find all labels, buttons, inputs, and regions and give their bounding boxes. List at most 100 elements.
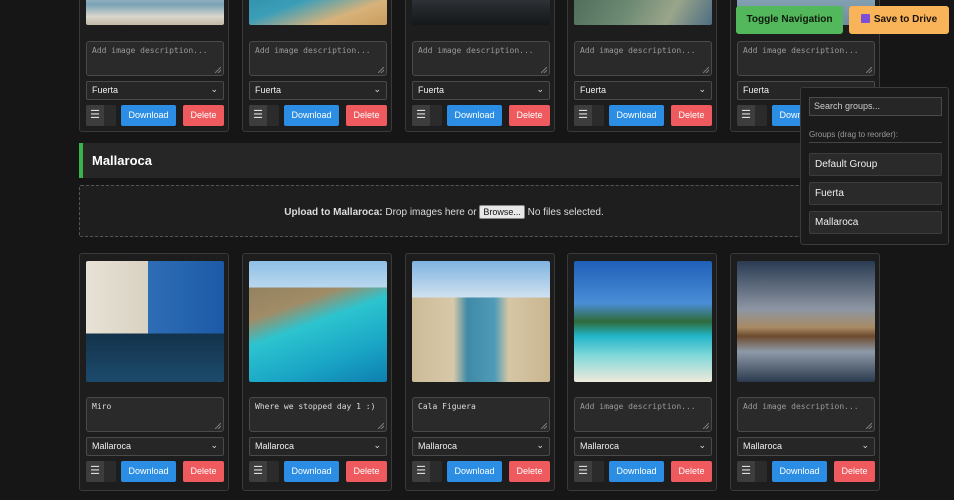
download-button[interactable]: Download (447, 105, 502, 126)
image-card-5: Add image description... Mallaroca ⌄ ☰ D… (730, 253, 880, 491)
delete-button[interactable]: Delete (509, 105, 550, 126)
image-thumbnail (574, 0, 712, 25)
drag-handle[interactable]: ☰ (412, 105, 442, 126)
toggle-navigation-button[interactable]: Toggle Navigation (736, 6, 843, 34)
drag-handle[interactable]: ☰ (737, 461, 767, 482)
description-field[interactable]: Add image description... (737, 397, 875, 432)
image-card-3: Cala Figuera Mallaroca ⌄ ☰ Download Dele… (405, 253, 555, 491)
delete-button[interactable]: Delete (183, 461, 224, 482)
hamburger-icon: ☰ (412, 105, 430, 126)
resize-grip-icon[interactable] (215, 423, 221, 429)
group-select-value: Mallaroca (418, 441, 458, 451)
image-thumbnail (412, 0, 550, 25)
chevron-down-icon: ⌄ (210, 440, 218, 450)
download-button[interactable]: Download (121, 461, 176, 482)
group-select[interactable]: Mallaroca ⌄ (574, 437, 712, 456)
chevron-down-icon: ⌄ (210, 84, 218, 94)
description-field[interactable]: Add image description... (86, 41, 224, 76)
divider (809, 142, 942, 143)
download-button[interactable]: Download (609, 105, 664, 126)
download-button[interactable]: Download (121, 105, 176, 126)
group-item-fuerta[interactable]: Fuerta (809, 182, 942, 205)
group-select[interactable]: Fuerta ⌄ (412, 81, 550, 100)
group-select[interactable]: Mallaroca ⌄ (737, 437, 875, 456)
resize-grip-icon[interactable] (703, 423, 709, 429)
drag-handle[interactable]: ☰ (574, 461, 604, 482)
description-field[interactable]: Add image description... (574, 397, 712, 432)
delete-button[interactable]: Delete (834, 461, 875, 482)
description-field[interactable]: Add image description... (249, 41, 387, 76)
resize-grip-icon[interactable] (866, 423, 872, 429)
group-select[interactable]: Fuerta ⌄ (249, 81, 387, 100)
delete-button[interactable]: Delete (671, 105, 712, 126)
top-card-3: Add image description... Fuerta ⌄ ☰ Down… (405, 0, 555, 132)
hamburger-icon: ☰ (86, 461, 104, 482)
delete-button[interactable]: Delete (346, 105, 387, 126)
image-thumbnail (86, 0, 224, 25)
description-field[interactable]: Add image description... (737, 41, 875, 76)
description-field[interactable]: Where we stopped day 1 :) (249, 397, 387, 432)
resize-grip-icon[interactable] (866, 67, 872, 73)
drag-handle[interactable]: ☰ (249, 461, 279, 482)
description-field[interactable]: Add image description... (412, 41, 550, 76)
drag-handle[interactable]: ☰ (86, 105, 116, 126)
delete-button[interactable]: Delete (509, 461, 550, 482)
save-to-drive-button[interactable]: Save to Drive (849, 6, 949, 34)
group-select[interactable]: Mallaroca ⌄ (412, 437, 550, 456)
image-card-4: Add image description... Mallaroca ⌄ ☰ D… (567, 253, 717, 491)
group-select[interactable]: Fuerta ⌄ (574, 81, 712, 100)
chevron-down-icon: ⌄ (536, 440, 544, 450)
hamburger-icon: ☰ (574, 461, 592, 482)
delete-button[interactable]: Delete (183, 105, 224, 126)
description-field[interactable]: Add image description... (574, 41, 712, 76)
chevron-down-icon: ⌄ (373, 84, 381, 94)
resize-grip-icon[interactable] (703, 67, 709, 73)
group-select[interactable]: Mallaroca ⌄ (86, 437, 224, 456)
image-thumbnail (86, 261, 224, 382)
drag-handle[interactable]: ☰ (86, 461, 116, 482)
group-select-value: Fuerta (418, 85, 445, 95)
group-item-mallaroca[interactable]: Mallaroca (809, 211, 942, 234)
chevron-down-icon: ⌄ (536, 84, 544, 94)
group-select-value: Mallaroca (743, 441, 783, 451)
download-button[interactable]: Download (772, 461, 827, 482)
resize-grip-icon[interactable] (378, 423, 384, 429)
group-select[interactable]: Fuerta ⌄ (86, 81, 224, 100)
image-thumbnail (249, 0, 387, 25)
file-status: No files selected. (527, 207, 604, 218)
floppy-disk-icon (860, 14, 870, 23)
download-button[interactable]: Download (284, 461, 339, 482)
download-button[interactable]: Download (284, 105, 339, 126)
download-button[interactable]: Download (609, 461, 664, 482)
group-select-value: Fuerta (580, 85, 607, 95)
group-item-default-group[interactable]: Default Group (809, 153, 942, 176)
description-field[interactable]: Miro (86, 397, 224, 432)
chevron-down-icon: ⌄ (698, 440, 706, 450)
hamburger-icon: ☰ (86, 105, 104, 126)
group-select[interactable]: Mallaroca ⌄ (249, 437, 387, 456)
drag-handle[interactable]: ☰ (574, 105, 604, 126)
upload-text: Drop images here or (385, 207, 477, 218)
drag-handle[interactable]: ☰ (737, 105, 767, 126)
drag-handle[interactable]: ☰ (249, 105, 279, 126)
delete-button[interactable]: Delete (346, 461, 387, 482)
resize-grip-icon[interactable] (541, 67, 547, 73)
group-search-input[interactable]: Search groups... (809, 97, 942, 116)
drag-handle[interactable]: ☰ (412, 461, 442, 482)
delete-button[interactable]: Delete (671, 461, 712, 482)
resize-grip-icon[interactable] (215, 67, 221, 73)
resize-grip-icon[interactable] (378, 67, 384, 73)
resize-grip-icon[interactable] (541, 423, 547, 429)
browse-button[interactable]: Browse... (479, 205, 525, 219)
description-field[interactable]: Cala Figuera (412, 397, 550, 432)
group-navigation-panel: Search groups... Groups (drag to reorder… (800, 87, 949, 245)
image-thumbnail (574, 261, 712, 382)
upload-dropzone[interactable]: Upload to Mallaroca: Drop images here or… (79, 185, 809, 237)
hamburger-icon: ☰ (737, 461, 755, 482)
group-header: Mallaroca (79, 143, 809, 178)
image-thumbnail (412, 261, 550, 382)
group-title: Mallaroca (92, 153, 152, 168)
hamburger-icon: ☰ (737, 105, 755, 126)
save-to-drive-label: Save to Drive (873, 14, 938, 25)
download-button[interactable]: Download (447, 461, 502, 482)
